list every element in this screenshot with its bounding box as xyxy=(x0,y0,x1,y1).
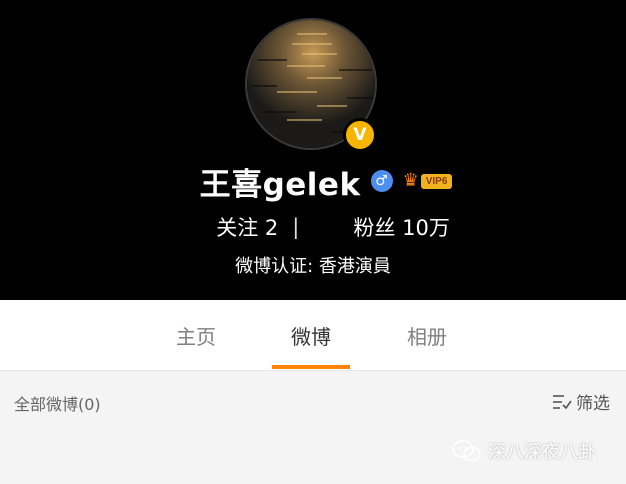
filter-icon xyxy=(553,394,572,409)
following-count: 2 xyxy=(264,216,279,240)
followers-count: 10万 xyxy=(402,216,450,240)
gender-symbol: ♂ xyxy=(375,173,388,189)
profile-header: V 王喜gelek ♂ ♛ VIP6 关注 2 | 粉丝 10万 微博认证: 香… xyxy=(0,0,626,300)
active-tab-indicator xyxy=(272,365,350,369)
verified-badge-icon: V xyxy=(343,118,377,152)
all-posts-count: 全部微博(0) xyxy=(14,395,101,414)
stats-divider: | xyxy=(292,215,300,239)
tab-weibo[interactable]: 微博 xyxy=(273,300,349,370)
wechat-icon xyxy=(452,440,481,462)
following-label: 关注 xyxy=(216,216,259,240)
wechat-watermark: 深八深夜八卦 xyxy=(452,438,596,464)
followers-label: 粉丝 xyxy=(353,216,396,240)
filter-button[interactable]: 筛选 xyxy=(552,389,610,414)
vip-level-label: VIP6 xyxy=(420,173,453,189)
certification-text: 微博认证: 香港演員 xyxy=(235,256,391,277)
profile-tabs: 主页 微博 相册 xyxy=(0,300,626,371)
filter-label: 筛选 xyxy=(576,394,610,414)
tab-home[interactable]: 主页 xyxy=(158,300,234,370)
watermark-text: 深八深夜八卦 xyxy=(488,442,596,463)
tab-album[interactable]: 相册 xyxy=(389,300,465,370)
feed-filter-row: 全部微博(0) 筛选 xyxy=(0,371,626,431)
follow-stats: 关注 2 | 粉丝 10万 xyxy=(0,210,626,244)
verified-mark: V xyxy=(353,125,367,145)
